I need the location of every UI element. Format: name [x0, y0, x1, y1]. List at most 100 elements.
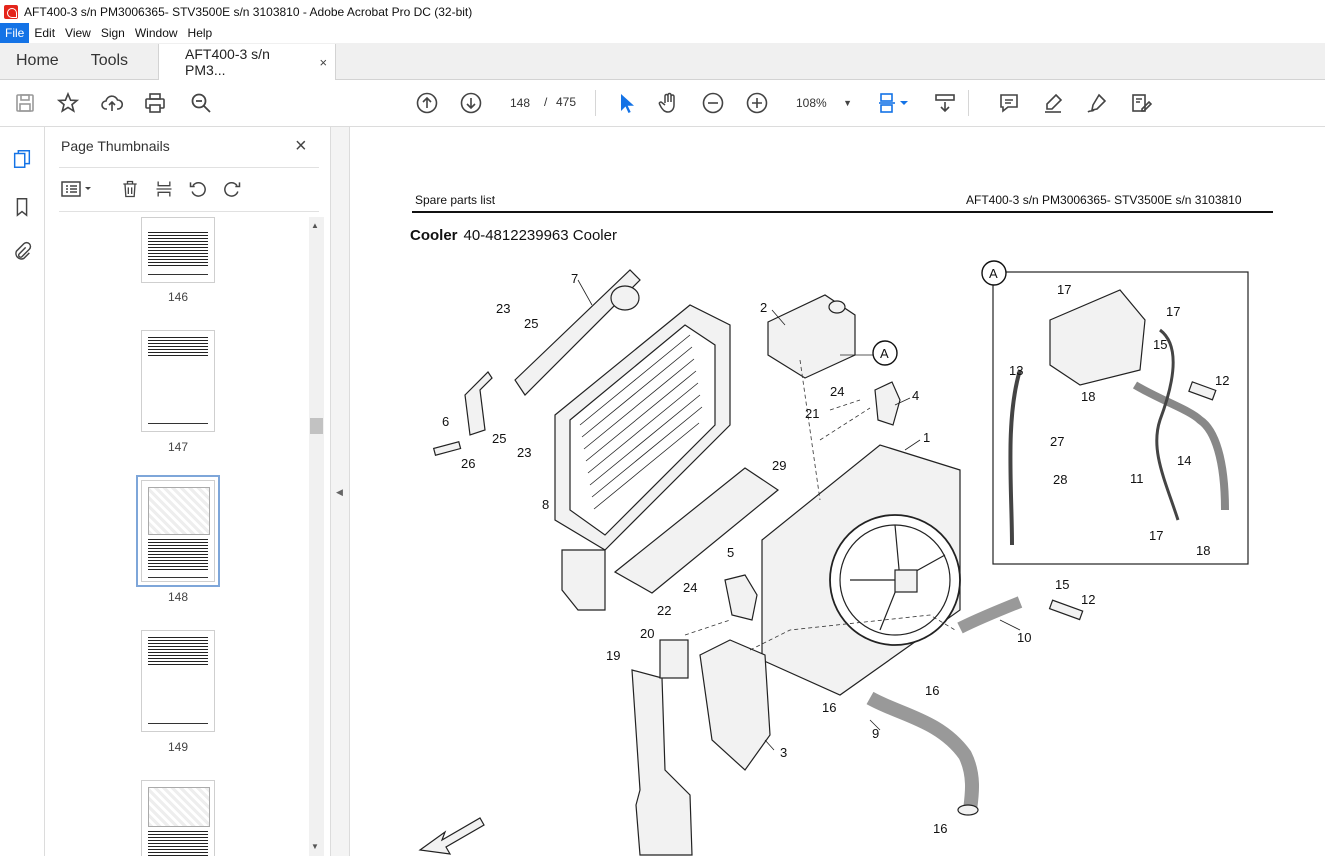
- zoom-out-icon[interactable]: [701, 91, 725, 115]
- menu-help[interactable]: Help: [183, 23, 218, 43]
- rotate-right-icon[interactable]: [221, 178, 243, 200]
- highlight-pen-icon[interactable]: [1041, 91, 1065, 115]
- thumbnail-content: [148, 637, 208, 667]
- thumbnail-page[interactable]: [141, 630, 215, 732]
- bookmark-star-icon[interactable]: [56, 91, 80, 115]
- callout-label: 24: [683, 580, 697, 595]
- thumbnail-scrollbar[interactable]: [309, 217, 324, 856]
- sign-pen-icon[interactable]: [1085, 91, 1109, 115]
- thumbnail-page-selected[interactable]: [136, 475, 220, 587]
- thumbnail-footer: [148, 723, 208, 724]
- tab-tools[interactable]: Tools: [75, 43, 144, 79]
- scroll-up-icon[interactable]: ▲: [311, 221, 319, 230]
- callout-label: 20: [640, 626, 654, 641]
- tab-document[interactable]: AFT400-3 s/n PM3... ×: [158, 44, 337, 80]
- callout-label: 22: [657, 603, 671, 618]
- page-total: 475: [556, 95, 577, 109]
- thumbnail-page[interactable]: [141, 217, 215, 283]
- thumbnail-content: [148, 232, 208, 266]
- bookmarks-icon[interactable]: [10, 195, 34, 219]
- thumbnail-footer: [148, 423, 208, 424]
- zoom-search-icon[interactable]: [189, 91, 213, 115]
- collapse-left-icon[interactable]: ◀: [336, 487, 343, 498]
- menu-file[interactable]: File: [0, 23, 30, 43]
- thumbnail-label: 148: [167, 590, 189, 604]
- rotate-left-icon[interactable]: [187, 178, 209, 200]
- print-icon[interactable]: [143, 91, 167, 115]
- callout-label: 9: [872, 726, 879, 741]
- callout-label: 26: [461, 456, 475, 471]
- callout-label: 17: [1057, 282, 1071, 297]
- callout-label: 13: [1009, 363, 1023, 378]
- zoom-select[interactable]: 108% ▼: [788, 91, 858, 115]
- tab-document-label: AFT400-3 s/n PM3...: [185, 46, 270, 78]
- thumbnail-options-icon[interactable]: [59, 178, 95, 200]
- page-thumbnails-icon[interactable]: [10, 147, 34, 171]
- chevron-down-icon: ▼: [843, 98, 852, 108]
- menu-window[interactable]: Window: [130, 23, 183, 43]
- thumbnail-label: 149: [167, 740, 189, 754]
- scrollbar-thumb[interactable]: [310, 418, 323, 434]
- thumbnail-footer: [148, 577, 208, 578]
- doc-header-left: Spare parts list: [415, 193, 496, 207]
- toolbar-divider: [595, 90, 596, 116]
- thumbnail-label: 147: [167, 440, 189, 454]
- thumbnail-diagram: [148, 487, 210, 535]
- title-bar: AFT400-3 s/n PM3006365- STV3500E s/n 310…: [0, 0, 1325, 23]
- delete-page-icon[interactable]: [119, 178, 141, 200]
- thumbnail-label: 146: [167, 290, 189, 304]
- attachments-icon[interactable]: [10, 240, 34, 264]
- callout-label: 1: [923, 430, 930, 445]
- scrolling-mode-icon[interactable]: [933, 91, 957, 115]
- fit-page-dropdown-icon[interactable]: [898, 91, 910, 115]
- page-separator: /: [544, 95, 548, 109]
- thumbnail-page[interactable]: [141, 330, 215, 432]
- thumbnail-panel: Page Thumbnails × 146 147 148 149: [45, 127, 330, 856]
- select-arrow-icon[interactable]: [614, 91, 638, 115]
- toolbar: [0, 80, 1325, 127]
- doc-title-bold: Cooler: [410, 227, 458, 244]
- callout-label: 17: [1166, 304, 1180, 319]
- panel-divider: [59, 167, 319, 168]
- callout-label: 11: [1130, 471, 1144, 486]
- panel-title: Page Thumbnails: [61, 138, 170, 154]
- callout-label: 8: [542, 497, 549, 512]
- hand-tool-icon[interactable]: [657, 91, 681, 115]
- thumbnail-page[interactable]: [141, 780, 215, 856]
- upload-cloud-icon[interactable]: [100, 91, 124, 115]
- callout-label: 29: [772, 458, 786, 473]
- callout-label: 15: [1153, 337, 1167, 352]
- zoom-value: 108%: [796, 96, 827, 110]
- zoom-in-icon[interactable]: [745, 91, 769, 115]
- callout-label: 15: [1055, 577, 1069, 592]
- menu-edit[interactable]: Edit: [29, 23, 60, 43]
- previous-page-icon[interactable]: [415, 91, 439, 115]
- callout-label: 12: [1215, 373, 1229, 388]
- tab-home[interactable]: Home: [0, 43, 75, 79]
- thumbnail-footer: [148, 274, 208, 275]
- callout-label: 27: [1050, 434, 1064, 449]
- callout-label: 17: [1149, 528, 1163, 543]
- thumbnail-content: [148, 539, 208, 571]
- callout-label: 18: [1081, 389, 1095, 404]
- save-icon[interactable]: [13, 91, 37, 115]
- page-number-input[interactable]: [500, 91, 540, 115]
- close-panel-icon[interactable]: ×: [295, 135, 307, 158]
- callout-label: 16: [822, 700, 836, 715]
- fill-sign-icon[interactable]: [1129, 91, 1153, 115]
- scroll-down-icon[interactable]: ▼: [311, 842, 319, 851]
- thumbnail-list: 146 147 148 149: [45, 217, 310, 856]
- doc-title: Cooler 40-4812239963 Cooler: [410, 227, 617, 244]
- fit-page-icon[interactable]: [876, 91, 900, 115]
- close-tab-icon[interactable]: ×: [319, 55, 327, 70]
- callout-label: 16: [933, 821, 947, 836]
- comment-icon[interactable]: [997, 91, 1021, 115]
- menu-view[interactable]: View: [60, 23, 96, 43]
- extract-page-icon[interactable]: [153, 178, 175, 200]
- panel-divider: [59, 211, 319, 212]
- callout-label: 18: [1196, 543, 1210, 558]
- menu-sign[interactable]: Sign: [96, 23, 130, 43]
- callout-label: 28: [1053, 472, 1067, 487]
- next-page-icon[interactable]: [459, 91, 483, 115]
- callout-label: 3: [780, 745, 787, 760]
